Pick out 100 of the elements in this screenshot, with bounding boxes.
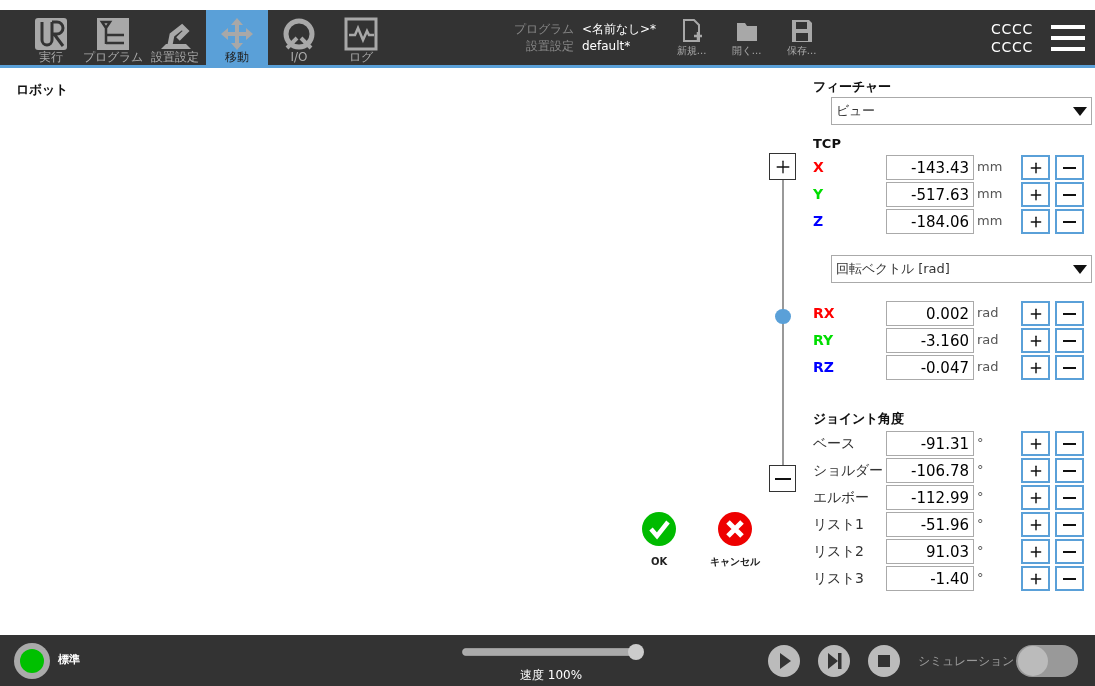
user-name: CCCC (991, 19, 1033, 38)
cancel-button[interactable]: キャンセル (701, 512, 769, 569)
user-name: CCCC (991, 37, 1033, 56)
increment-button[interactable] (1021, 182, 1050, 207)
increment-button[interactable] (1021, 539, 1050, 564)
zoom-in-button[interactable] (769, 153, 796, 180)
minus-icon (1063, 496, 1076, 499)
increment-button[interactable] (1021, 155, 1050, 180)
nav-tab[interactable]: 実行 (20, 10, 82, 65)
zoom-out-button[interactable] (769, 465, 796, 492)
decrement-button[interactable] (1055, 301, 1084, 326)
increment-button[interactable] (1021, 209, 1050, 234)
decrement-button[interactable] (1055, 458, 1084, 483)
increment-button[interactable] (1021, 458, 1050, 483)
dropdown[interactable]: 回転ベクトル [rad] (831, 255, 1092, 283)
value-field[interactable]: -0.047 (886, 355, 974, 380)
value-field[interactable]: -106.78 (886, 458, 974, 483)
value-field[interactable]: -517.63 (886, 182, 974, 207)
menu-button[interactable] (1051, 24, 1085, 51)
caret-icon (1073, 264, 1087, 274)
unit-label: ° (976, 515, 985, 533)
axis-label: Z (813, 212, 825, 231)
decrement-button[interactable] (1055, 182, 1084, 207)
installation-name: default* (582, 37, 632, 55)
step-forward-icon[interactable] (818, 644, 850, 677)
minus-icon (1063, 550, 1076, 553)
decrement-button[interactable] (1055, 566, 1084, 591)
unit-label: mm (976, 212, 1004, 230)
decrement-button[interactable] (1055, 328, 1084, 353)
decrement-button[interactable] (1055, 431, 1084, 456)
increment-button[interactable] (1021, 485, 1050, 510)
increment-button[interactable] (1021, 512, 1050, 537)
axis-label: Y (813, 185, 825, 204)
speed-label: 速度 100% (519, 666, 583, 684)
unit-label: ° (976, 542, 985, 560)
increment-button[interactable] (1021, 328, 1050, 353)
axis-label: RZ (813, 358, 835, 377)
nav-tab[interactable]: プログラム (82, 10, 144, 65)
minus-icon (1063, 166, 1076, 169)
unit-label: rad (976, 304, 1000, 322)
ok-button[interactable]: OK (625, 512, 693, 569)
unit-label: ° (976, 569, 985, 587)
speed-slider-thumb[interactable] (628, 643, 644, 660)
unit-label: mm (976, 158, 1004, 176)
axis-label: ベース (813, 434, 856, 453)
axis-label: RX (813, 304, 836, 323)
value-field[interactable]: -51.96 (886, 512, 974, 537)
decrement-button[interactable] (1055, 485, 1084, 510)
stop-icon[interactable] (868, 644, 900, 677)
increment-button[interactable] (1021, 355, 1050, 380)
nav-tab[interactable]: 設置設定 (144, 10, 206, 65)
zoom-slider[interactable] (774, 180, 791, 465)
nav-tab[interactable]: I/O (268, 10, 330, 65)
decrement-button[interactable] (1055, 209, 1084, 234)
axis-label: X (813, 158, 825, 177)
new-file-icon (680, 19, 703, 43)
value-field[interactable]: 0.002 (886, 301, 974, 326)
value-field[interactable]: -91.31 (886, 431, 974, 456)
chart-icon (344, 17, 378, 51)
file-button[interactable]: 保存... (774, 10, 830, 65)
logo-icon (34, 17, 68, 51)
value-field[interactable]: -143.43 (886, 155, 974, 180)
minus-icon (1063, 339, 1076, 342)
simulation-label: シミュレーション (918, 652, 1014, 670)
nav-tab[interactable]: 移動 (206, 10, 268, 65)
minus-icon (1063, 577, 1076, 580)
axis-label: リスト2 (813, 542, 865, 561)
nav-tab[interactable]: ログ (330, 10, 392, 65)
decrement-button[interactable] (1055, 155, 1084, 180)
minus-icon (1063, 469, 1076, 472)
simulation-toggle[interactable] (1016, 644, 1078, 677)
file-button[interactable]: 新規... (664, 10, 720, 65)
value-field[interactable]: 91.03 (886, 539, 974, 564)
play-icon[interactable] (768, 644, 800, 677)
unit-label: mm (976, 185, 1004, 203)
minus-icon (1063, 220, 1076, 223)
zoom-slider-thumb[interactable] (774, 308, 791, 324)
minus-icon (1063, 312, 1076, 315)
section-title: フィーチャー (813, 78, 892, 96)
value-field[interactable]: -112.99 (886, 485, 974, 510)
value-field[interactable]: -3.160 (886, 328, 974, 353)
dropdown[interactable]: ビュー (831, 97, 1092, 125)
section-title: TCP (813, 135, 842, 153)
value-field[interactable]: -1.40 (886, 566, 974, 591)
value-field[interactable]: -184.06 (886, 209, 974, 234)
increment-button[interactable] (1021, 566, 1050, 591)
decrement-button[interactable] (1055, 512, 1084, 537)
minus-icon (1063, 442, 1076, 445)
axis-label: RY (813, 331, 835, 350)
move-arrows-icon (220, 17, 254, 51)
checkmark-icon (642, 512, 676, 546)
increment-button[interactable] (1021, 301, 1050, 326)
unit-label: rad (976, 358, 1000, 376)
unit-label: ° (976, 434, 985, 452)
decrement-button[interactable] (1055, 355, 1084, 380)
increment-button[interactable] (1021, 431, 1050, 456)
program-label: プログラム (514, 20, 574, 38)
decrement-button[interactable] (1055, 539, 1084, 564)
file-button[interactable]: 開く... (719, 10, 775, 65)
axis-label: リスト1 (813, 515, 865, 534)
